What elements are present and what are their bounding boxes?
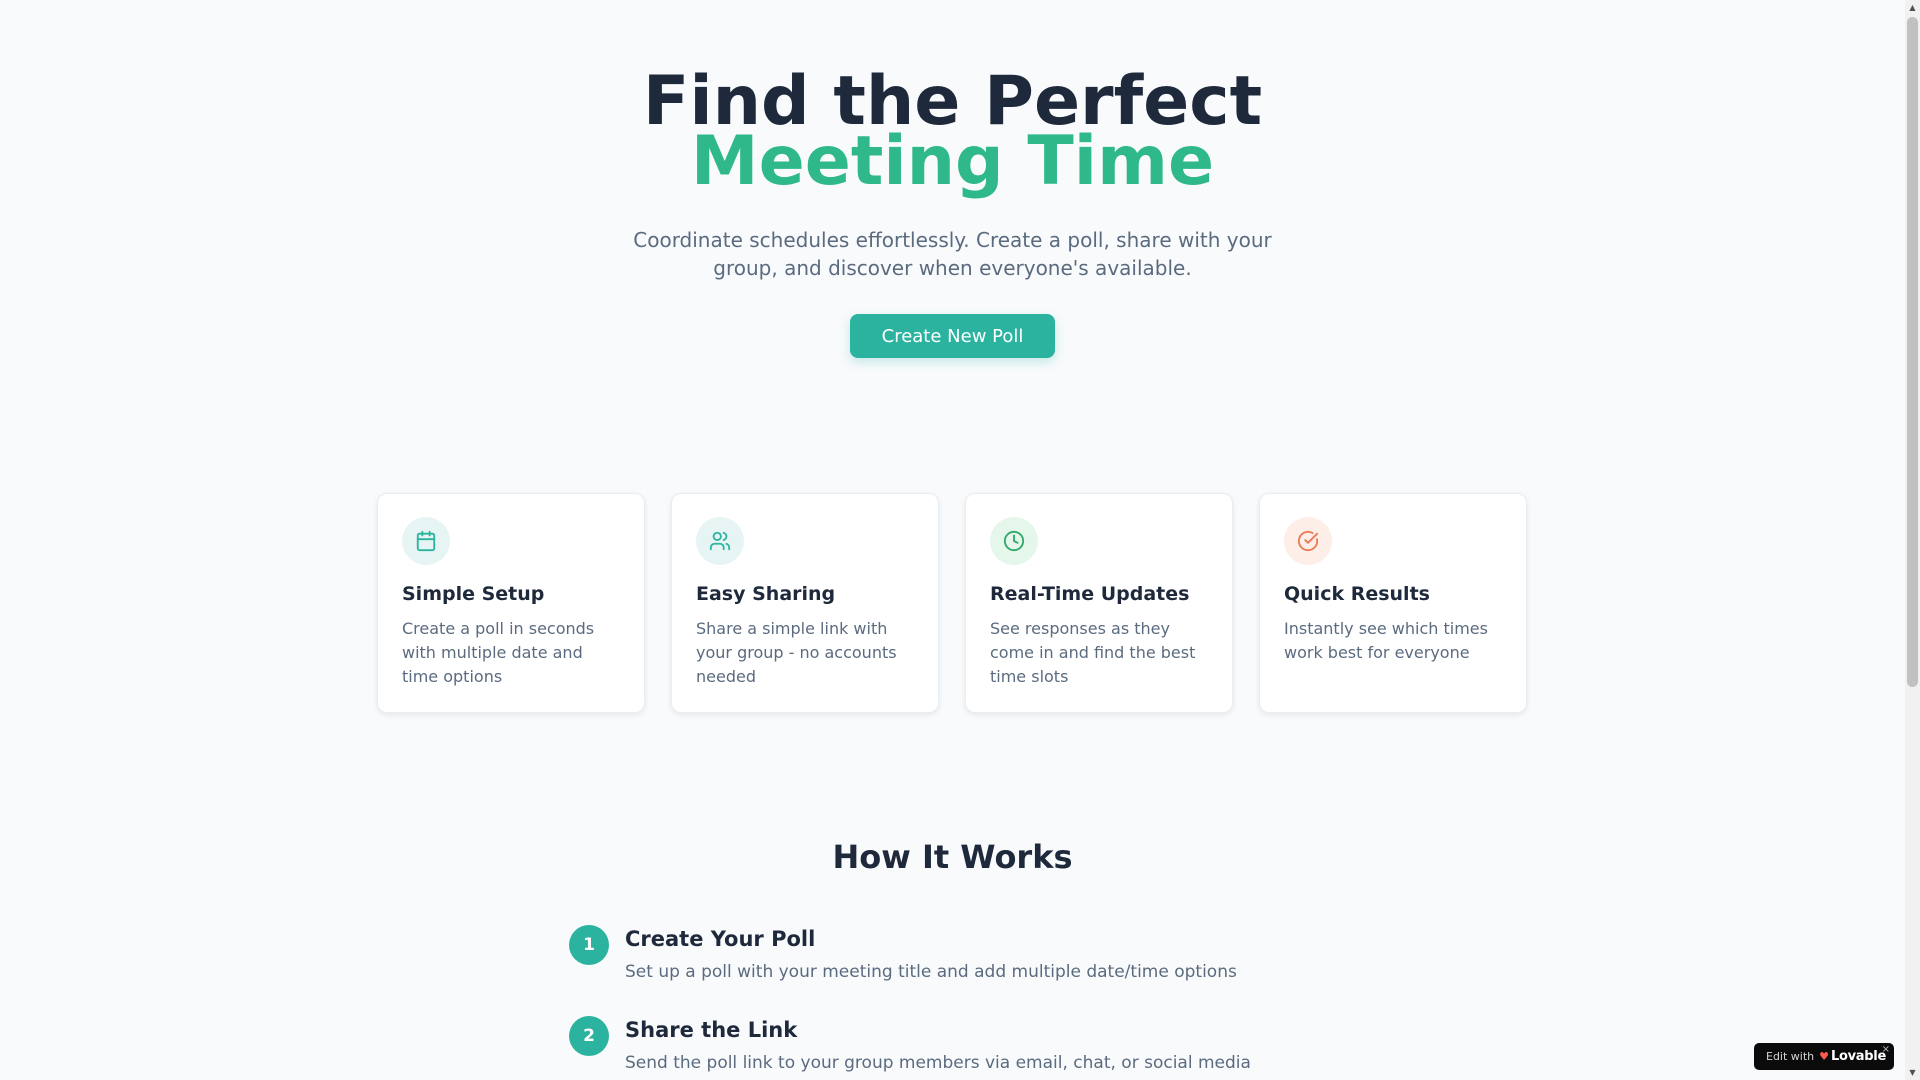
vertical-scrollbar[interactable]: ▲ ▼ xyxy=(1905,0,1920,1080)
lovable-heart-icon: ♥ xyxy=(1819,1050,1830,1063)
feature-title: Real-Time Updates xyxy=(990,583,1190,605)
users-icon xyxy=(696,517,744,565)
step-body: Create Your Poll Set up a poll with your… xyxy=(625,925,1237,983)
step-number: 1 xyxy=(569,925,609,965)
step-item: 2 Share the Link Send the poll link to y… xyxy=(569,1016,1251,1074)
hero-section: Find the Perfect Meeting Time Coordinate… xyxy=(0,68,1905,358)
step-title: Create Your Poll xyxy=(625,927,816,951)
feature-title: Easy Sharing xyxy=(696,583,836,605)
scrollbar-thumb[interactable] xyxy=(1907,17,1918,687)
close-icon[interactable]: × xyxy=(1882,1044,1890,1055)
clock-icon xyxy=(990,517,1038,565)
hero-subtitle: Coordinate schedules effortlessly. Creat… xyxy=(633,228,1272,280)
calendar-icon xyxy=(402,517,450,565)
feature-desc: Instantly see which times work best for … xyxy=(1284,619,1488,662)
scroll-down-arrow-icon[interactable]: ▼ xyxy=(1905,1065,1920,1080)
step-number: 2 xyxy=(569,1016,609,1056)
feature-desc: Share a simple link with your group - no… xyxy=(696,619,897,686)
scroll-up-arrow-icon[interactable]: ▲ xyxy=(1905,0,1920,15)
step-item: 1 Create Your Poll Set up a poll with yo… xyxy=(569,925,1251,983)
badge-edit-label: Edit with xyxy=(1766,1050,1815,1063)
hero-title: Find the Perfect Meeting Time xyxy=(0,68,1905,201)
hero-title-line2: Meeting Time xyxy=(690,122,1215,201)
feature-desc: See responses as they come in and find t… xyxy=(990,619,1196,686)
create-new-poll-button[interactable]: Create New Poll xyxy=(849,314,1056,358)
feature-title: Quick Results xyxy=(1284,583,1430,605)
badge-brand-label: Lovable xyxy=(1831,1049,1886,1064)
step-desc: Send the poll link to your group members… xyxy=(625,1053,1251,1073)
how-it-works-title: How It Works xyxy=(832,838,1073,876)
edit-with-lovable-badge[interactable]: Edit with ♥ Lovable × xyxy=(1754,1043,1894,1070)
check-circle-icon xyxy=(1284,517,1332,565)
step-desc: Set up a poll with your meeting title an… xyxy=(625,962,1237,982)
features-grid: Simple Setup Create a poll in seconds wi… xyxy=(377,493,1527,713)
feature-card-real-time-updates: Real-Time Updates See responses as they … xyxy=(965,493,1233,713)
landing-page: Find the Perfect Meeting Time Coordinate… xyxy=(0,0,1905,1080)
feature-card-simple-setup: Simple Setup Create a poll in seconds wi… xyxy=(377,493,645,713)
feature-title: Simple Setup xyxy=(402,583,545,605)
how-it-works-steps: 1 Create Your Poll Set up a poll with yo… xyxy=(569,925,1251,1080)
step-title: Share the Link xyxy=(625,1018,798,1042)
feature-desc: Create a poll in seconds with multiple d… xyxy=(402,619,595,686)
step-body: Share the Link Send the poll link to you… xyxy=(625,1016,1251,1074)
feature-card-easy-sharing: Easy Sharing Share a simple link with yo… xyxy=(671,493,939,713)
feature-card-quick-results: Quick Results Instantly see which times … xyxy=(1259,493,1527,713)
